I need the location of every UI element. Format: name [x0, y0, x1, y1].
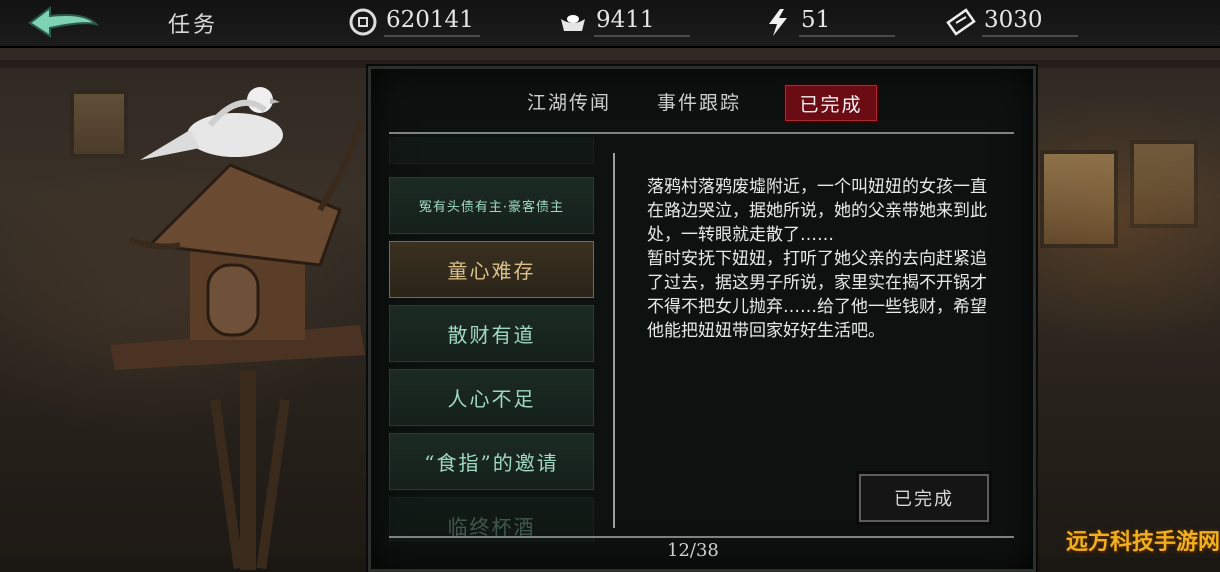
coin-value: 620141	[384, 7, 480, 37]
quest-item[interactable]: 冤有头债有主·豪客债主	[389, 177, 594, 234]
lantern-window	[1130, 140, 1198, 228]
quest-item[interactable]: “食指”的邀请	[389, 433, 594, 490]
silver-counter: 9411	[558, 4, 690, 40]
lightning-icon	[769, 9, 787, 36]
quest-item-selected[interactable]: 童心难存	[389, 241, 594, 298]
watermark: 远方科技手游网	[1066, 530, 1220, 555]
tab-tracking[interactable]: 事件跟踪	[649, 83, 749, 119]
bottom-divider	[389, 536, 1014, 538]
silver-value: 9411	[594, 7, 690, 37]
back-arrow-icon	[28, 6, 100, 38]
quest-panel: 江湖传闻 事件跟踪 已完成 冤有头债有主·豪客债主 童心难存 散财有道 人心不足…	[368, 66, 1036, 572]
energy-value: 51	[799, 7, 895, 37]
back-button[interactable]	[22, 4, 100, 42]
lantern-window	[1040, 150, 1118, 248]
top-bar: 任务 620141 9411 51 3030	[0, 0, 1220, 48]
quest-description: 落鸦村落鸦废墟附近，一个叫妞妞的女孩一直在路边哭泣，据她所说，她的父亲带她来到此…	[647, 177, 987, 341]
ticket-icon	[946, 8, 976, 36]
quest-item[interactable]: 散财有道	[389, 305, 594, 362]
energy-counter: 51	[763, 4, 895, 40]
quest-item-partial	[389, 137, 594, 164]
list-divider	[613, 153, 615, 528]
completed-status-button[interactable]: 已完成	[859, 474, 989, 522]
tab-divider	[389, 132, 1014, 134]
quest-item[interactable]: 人心不足	[389, 369, 594, 426]
ticket-value: 3030	[982, 7, 1078, 37]
quest-list[interactable]: 冤有头债有主·豪客债主 童心难存 散财有道 人心不足 “食指”的邀请 临终杯酒	[389, 137, 599, 542]
tab-rumors[interactable]: 江湖传闻	[519, 83, 619, 119]
tab-completed[interactable]: 已完成	[783, 83, 879, 123]
page-title: 任务	[168, 13, 219, 38]
coin-counter: 620141	[348, 4, 480, 40]
ticket-counter: 3030	[946, 4, 1078, 40]
coin-icon	[349, 8, 377, 36]
silver-ingot-icon	[561, 15, 585, 31]
